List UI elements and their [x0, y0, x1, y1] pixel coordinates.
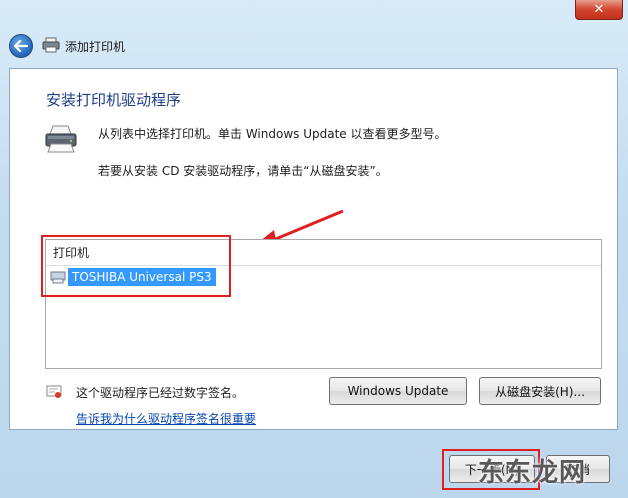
windows-update-button[interactable]: Windows Update — [329, 377, 467, 405]
back-button[interactable] — [9, 34, 33, 58]
printer-icon — [45, 125, 77, 153]
printer-icon — [42, 37, 60, 53]
have-disk-button[interactable]: 从磁盘安装(H)... — [479, 377, 601, 405]
page-heading: 安装打印机驱动程序 — [46, 91, 182, 109]
close-button[interactable]: ✕ — [575, 0, 623, 20]
close-icon: ✕ — [593, 2, 605, 17]
window-title: 添加打印机 — [65, 40, 126, 54]
highlight-box-list — [41, 235, 231, 297]
signing-info-link[interactable]: 告诉我为什么驱动程序签名很重要 — [76, 410, 256, 427]
watermark: 东东龙网 — [478, 458, 587, 488]
back-arrow-icon — [14, 40, 28, 52]
certificate-icon — [46, 385, 62, 398]
instruction-text: 从列表中选择打印机。单击 Windows Update 以查看更多型号。 — [98, 127, 447, 141]
instruction-text-disk: 若要从安装 CD 安装驱动程序，请单击“从磁盘安装”。 — [98, 164, 388, 178]
signature-status-text: 这个驱动程序已经过数字签名。 — [76, 386, 245, 400]
